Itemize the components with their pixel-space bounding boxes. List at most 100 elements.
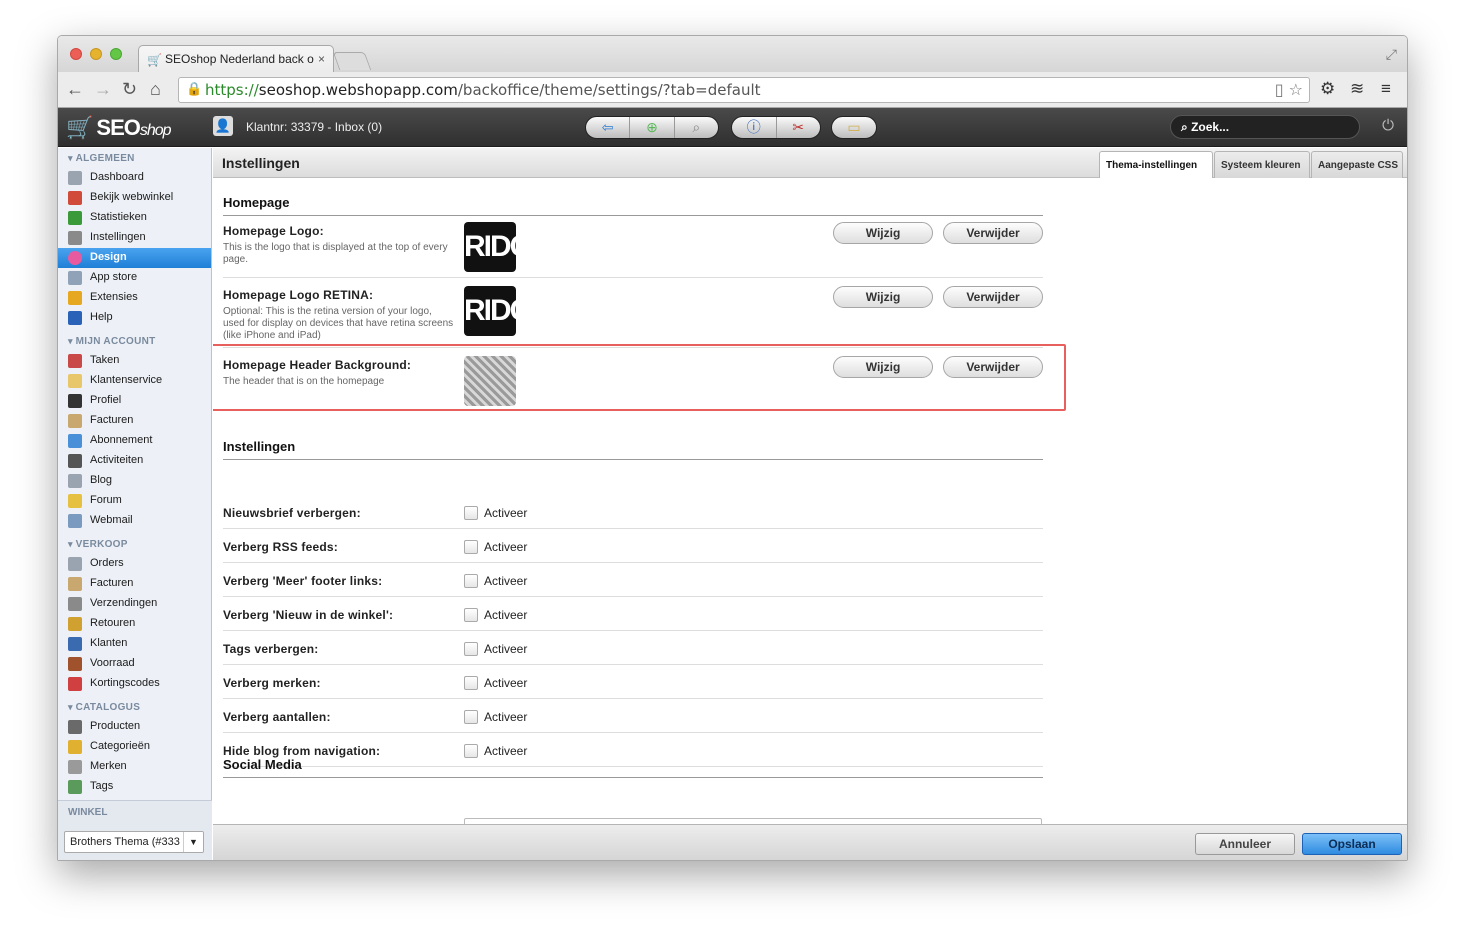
- sidebar-item-blog[interactable]: Blog: [58, 471, 211, 491]
- sidebar-section-verkoop[interactable]: VERKOOP: [58, 534, 211, 554]
- sidebar-item-verzendingen[interactable]: Verzendingen: [58, 594, 211, 614]
- sidebar-item-help[interactable]: Help: [58, 308, 211, 328]
- close-window-button[interactable]: [70, 48, 82, 60]
- lock-icon: 🔒: [186, 82, 203, 97]
- sidebar-item-facturen[interactable]: Facturen: [58, 411, 211, 431]
- image-thumbnail[interactable]: RIDC: [464, 286, 516, 336]
- save-button[interactable]: Opslaan: [1302, 833, 1402, 855]
- speech-bubble-icon[interactable]: ▭: [832, 117, 876, 138]
- sidebar-item-extensies[interactable]: Extensies: [58, 288, 211, 308]
- activate-checkbox[interactable]: [464, 608, 478, 622]
- client-info[interactable]: Klantnr: 33379 - Inbox (0): [246, 120, 382, 134]
- activate-label[interactable]: Activeer: [484, 540, 527, 554]
- image-thumbnail[interactable]: [464, 356, 516, 406]
- activate-label[interactable]: Activeer: [484, 506, 527, 520]
- fullscreen-icon[interactable]: ⤢: [1386, 46, 1397, 63]
- sidebar-item-orders[interactable]: Orders: [58, 554, 211, 574]
- setting-row: Verberg 'Nieuw in de winkel': Activeer: [223, 597, 1043, 631]
- sidebar-item-statistieken[interactable]: Statistieken: [58, 208, 211, 228]
- delete-button[interactable]: Verwijder: [943, 356, 1043, 378]
- tools-icon[interactable]: ✂: [777, 117, 821, 138]
- edit-button[interactable]: Wijzig: [833, 356, 933, 378]
- forward-icon[interactable]: →: [94, 78, 112, 100]
- close-tab-icon[interactable]: ×: [318, 52, 325, 66]
- new-tab-button[interactable]: [332, 52, 372, 70]
- activate-label[interactable]: Activeer: [484, 608, 527, 622]
- activate-checkbox[interactable]: [464, 744, 478, 758]
- image-thumbnail[interactable]: RIDC: [464, 222, 516, 272]
- seoshop-logo[interactable]: 🛒 SEOshop: [66, 115, 172, 141]
- sidebar-item-forum[interactable]: Forum: [58, 491, 211, 511]
- back-icon[interactable]: ←: [66, 78, 84, 100]
- sidebar-item-taken[interactable]: Taken: [58, 351, 211, 371]
- sidebar-item-producten[interactable]: Producten: [58, 717, 211, 737]
- sidebar-item-activiteiten[interactable]: Activiteiten: [58, 451, 211, 471]
- sidebar-item-label: App store: [90, 271, 138, 283]
- activate-checkbox[interactable]: [464, 642, 478, 656]
- reader-icon[interactable]: ▯: [1275, 80, 1284, 99]
- delete-button[interactable]: Verwijder: [943, 286, 1043, 308]
- image-setting-description: Optional: This is the retina version of …: [223, 306, 454, 341]
- search-input[interactable]: ⌕ Zoek...: [1170, 115, 1360, 139]
- sidebar-section-mijn-account[interactable]: MIJN ACCOUNT: [58, 331, 211, 351]
- add-icon[interactable]: ⊕: [630, 117, 675, 138]
- activate-checkbox[interactable]: [464, 574, 478, 588]
- info-icon[interactable]: ⓘ: [732, 117, 777, 138]
- sidebar-section-catalogus[interactable]: CATALOGUS: [58, 697, 211, 717]
- sidebar-item-bekijk-webwinkel[interactable]: Bekijk webwinkel: [58, 188, 211, 208]
- sidebar-item-webmail[interactable]: Webmail: [58, 511, 211, 531]
- activate-checkbox[interactable]: [464, 506, 478, 520]
- address-bar[interactable]: 🔒 https://seoshop.webshopapp.com/backoff…: [178, 77, 1310, 103]
- sidebar-item-tags[interactable]: Tags: [58, 777, 211, 797]
- delete-button[interactable]: Verwijder: [943, 222, 1043, 244]
- cancel-button[interactable]: Annuleer: [1195, 833, 1295, 855]
- activate-checkbox[interactable]: [464, 540, 478, 554]
- sidebar-item-abonnement[interactable]: Abonnement: [58, 431, 211, 451]
- sidebar-item-instellingen[interactable]: Instellingen: [58, 228, 211, 248]
- store-icon: [68, 191, 82, 205]
- sidebar-item-retouren[interactable]: Retouren: [58, 614, 211, 634]
- activate-checkbox[interactable]: [464, 710, 478, 724]
- zoom-window-button[interactable]: [110, 48, 122, 60]
- sidebar-section-algemeen[interactable]: ALGEMEEN: [58, 148, 211, 168]
- customers-icon: [68, 637, 82, 651]
- reload-icon[interactable]: ↻: [122, 78, 137, 100]
- tab-thema-instellingen[interactable]: Thema-instellingen: [1099, 151, 1213, 179]
- settings-gear-icon[interactable]: ⚙: [1320, 79, 1335, 99]
- layers-icon[interactable]: ≋: [1350, 79, 1364, 99]
- sidebar-item-kortingscodes[interactable]: Kortingscodes: [58, 674, 211, 694]
- sidebar-item-facturen[interactable]: Facturen: [58, 574, 211, 594]
- zoom-icon[interactable]: ⌕: [675, 117, 718, 138]
- sidebar-item-klantenservice[interactable]: Klantenservice: [58, 371, 211, 391]
- theme-select[interactable]: Brothers Thema (#333 ▼: [64, 831, 204, 853]
- activate-label[interactable]: Activeer: [484, 710, 527, 724]
- activate-label[interactable]: Activeer: [484, 744, 527, 758]
- activate-label[interactable]: Activeer: [484, 574, 527, 588]
- setting-label: Verberg 'Meer' footer links:: [223, 574, 383, 588]
- home-icon[interactable]: ⌂: [150, 78, 161, 100]
- sidebar-item-app-store[interactable]: App store: [58, 268, 211, 288]
- menu-icon[interactable]: ≡: [1381, 79, 1391, 99]
- sidebar-item-design[interactable]: Design: [58, 248, 211, 268]
- edit-button[interactable]: Wijzig: [833, 286, 933, 308]
- sidebar-item-categorieen[interactable]: Categorieën: [58, 737, 211, 757]
- power-icon[interactable]: ⏻: [1377, 117, 1399, 139]
- sidebar-item-klanten[interactable]: Klanten: [58, 634, 211, 654]
- sidebar-item-merken[interactable]: Merken: [58, 757, 211, 777]
- activate-checkbox[interactable]: [464, 676, 478, 690]
- activate-label[interactable]: Activeer: [484, 642, 527, 656]
- sidebar-item-dashboard[interactable]: Dashboard: [58, 168, 211, 188]
- edit-button[interactable]: Wijzig: [833, 222, 933, 244]
- dashboard-icon: [68, 171, 82, 185]
- sidebar-item-label: Statistieken: [90, 211, 147, 223]
- sidebar-item-profiel[interactable]: Profiel: [58, 391, 211, 411]
- minimize-window-button[interactable]: [90, 48, 102, 60]
- tab-systeem-kleuren[interactable]: Systeem kleuren: [1214, 151, 1310, 178]
- browser-tab[interactable]: 🛒 SEOshop Nederland back o ×: [138, 45, 334, 72]
- sidebar-item-voorraad[interactable]: Voorraad: [58, 654, 211, 674]
- user-icon[interactable]: 👤: [213, 116, 233, 136]
- bookmark-star-icon[interactable]: ☆: [1289, 80, 1303, 99]
- activate-label[interactable]: Activeer: [484, 676, 527, 690]
- tab-aangepaste-css[interactable]: Aangepaste CSS: [1311, 151, 1403, 178]
- arrow-left-icon[interactable]: ⇦: [586, 117, 631, 138]
